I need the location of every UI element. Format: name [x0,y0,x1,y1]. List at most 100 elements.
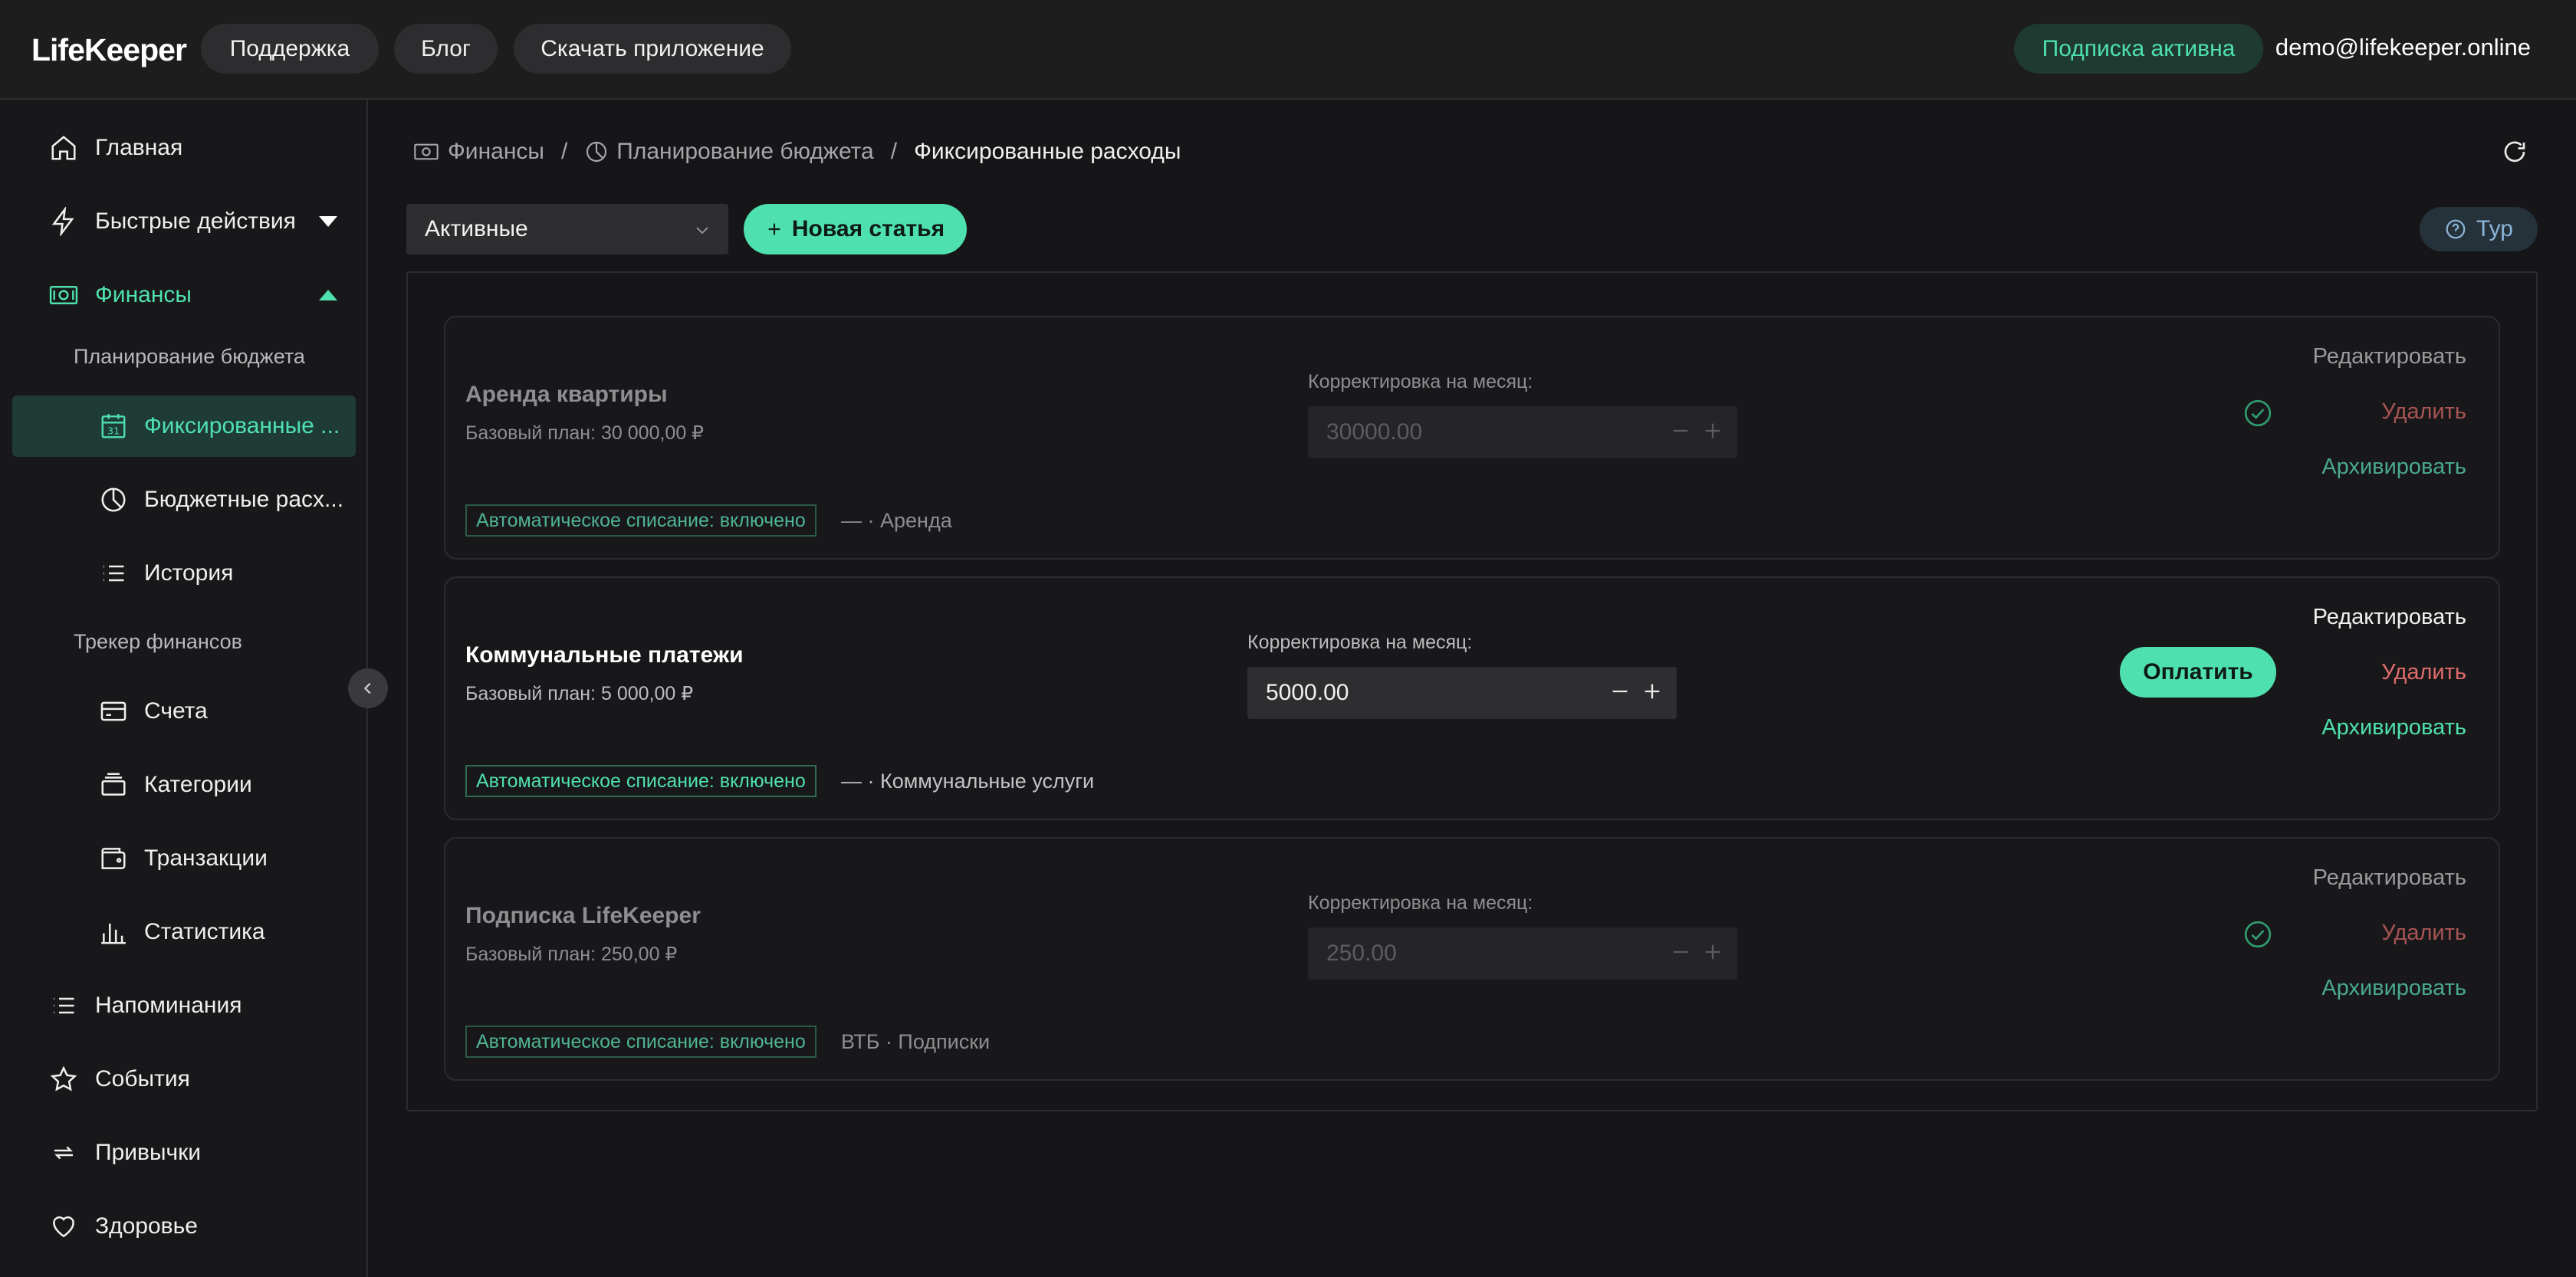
adjustment-value: 30000.00 [1326,419,1423,445]
breadcrumb-budget[interactable]: Планирование бюджета [584,139,874,165]
expense-meta: ВТБ · Подписки [841,1030,991,1053]
plus-icon[interactable] [1641,681,1663,702]
subscription-status-badge[interactable]: Подписка активна [2014,24,2263,74]
heart-icon [48,1211,79,1242]
tour-label: Тур [2476,216,2513,241]
delete-link[interactable]: Удалить [2381,660,2466,685]
breadcrumb-label: Финансы [448,139,544,164]
breadcrumb-label: Планирование бюджета [616,139,874,164]
sidebar-collapse-button[interactable] [348,668,388,708]
star-icon [48,1064,79,1095]
archive-link[interactable]: Архивировать [2321,976,2466,1001]
expense-meta: — · Аренда [841,509,952,532]
edit-link[interactable]: Редактировать [2313,344,2466,369]
sidebar-item-reminders[interactable]: Напоминания [12,975,356,1036]
download-app-button[interactable]: Скачать приложение [514,24,791,74]
minus-icon[interactable] [1609,681,1631,702]
adjustment-label: Корректировка на месяц: [1308,371,1533,392]
sidebar-item-statistics[interactable]: Статистика [12,901,356,963]
money-icon [414,143,439,160]
sidebar-group-tracker: Трекер финансов [74,630,242,653]
plus-icon[interactable] [1702,420,1723,442]
app-logo[interactable]: LifeKeeper [31,32,187,68]
adjustment-input[interactable]: 250.00 [1308,927,1737,980]
edit-link[interactable]: Редактировать [2313,865,2466,891]
status-filter-value: Активные [425,216,528,241]
expense-base-plan: Базовый план: 250,00 ₽ [465,944,678,965]
sidebar-item-label: Транзакции [144,845,268,871]
adjustment-label: Корректировка на месяц: [1308,892,1533,914]
adjustment-value: 5000.00 [1266,680,1349,705]
sidebar-item-label: История [144,560,234,586]
pay-button[interactable]: Оплатить [2120,647,2276,698]
pie-chart-icon [586,141,607,162]
expense-meta: — · Коммунальные услуги [841,770,1095,793]
sidebar-item-label: Напоминания [95,993,242,1018]
sidebar-item-budget-expenses[interactable]: Бюджетные расх... [12,469,356,530]
chevron-down-icon [696,227,708,235]
svg-text:31: 31 [107,425,120,436]
tour-button[interactable]: Тур [2420,207,2538,251]
minus-icon[interactable] [1670,941,1691,963]
home-icon [48,133,79,163]
delete-link[interactable]: Удалить [2381,921,2466,946]
check-circle-icon [2244,921,2272,948]
breadcrumb-separator: / [890,139,898,164]
breadcrumb-separator: / [560,139,568,164]
sidebar-item-health[interactable]: Здоровье [12,1196,356,1257]
breadcrumb-finances[interactable]: Финансы [412,139,544,165]
refresh-icon[interactable] [2501,138,2528,166]
sidebar-item-label: Фиксированные ... [144,413,340,438]
expense-card: Аренда квартиры Базовый план: 30 000,00 … [444,316,2500,560]
layers-icon [98,770,129,800]
sidebar-item-label: Главная [95,135,183,160]
status-filter-select[interactable]: Активные [406,204,728,254]
caret-down-icon [319,216,337,227]
pie-chart-icon [98,484,129,515]
expense-title: Коммунальные платежи [465,642,744,668]
sidebar-item-label: Привычки [95,1140,202,1165]
archive-link[interactable]: Архивировать [2321,715,2466,740]
adjustment-value: 250.00 [1326,941,1397,966]
sidebar-item-label: События [95,1066,190,1092]
expense-card: Коммунальные платежи Базовый план: 5 000… [444,576,2500,820]
archive-link[interactable]: Архивировать [2321,455,2466,480]
sidebar-item-habits[interactable]: Привычки [12,1122,356,1183]
support-button[interactable]: Поддержка [201,24,379,74]
sidebar-item-label: Бюджетные расх... [144,487,344,512]
sidebar-item-transactions[interactable]: Транзакции [12,828,356,889]
adjustment-label: Корректировка на месяц: [1247,632,1473,653]
expense-title: Подписка LifeKeeper [465,903,701,928]
sidebar-item-history[interactable]: История [12,543,356,604]
sidebar-item-accounts[interactable]: Счета [12,681,356,742]
new-item-button[interactable]: Новая статья [744,204,967,254]
sidebar-item-fixed-expenses[interactable]: 31 Фиксированные ... [12,396,356,457]
sidebar-item-home[interactable]: Главная [12,117,356,179]
minus-icon[interactable] [1670,420,1691,442]
list-icon [98,558,129,589]
blog-button[interactable]: Блог [394,24,498,74]
auto-debit-badge: Автоматическое списание: включено [465,765,816,797]
sidebar-item-label: Категории [144,772,252,797]
user-email[interactable]: demo@lifekeeper.online [2275,34,2531,61]
sidebar-item-events[interactable]: События [12,1049,356,1110]
expense-base-plan: Базовый план: 5 000,00 ₽ [465,683,694,704]
sidebar-item-categories[interactable]: Категории [12,754,356,816]
edit-link[interactable]: Редактировать [2313,605,2466,630]
credit-card-icon [98,696,129,727]
calendar-icon: 31 [98,411,129,442]
expense-base-plan: Базовый план: 30 000,00 ₽ [465,422,705,444]
breadcrumb: Финансы / Планирование бюджета / Фиксиро… [412,136,1181,167]
delete-link[interactable]: Удалить [2381,399,2466,425]
list-icon [48,990,79,1021]
chevron-left-icon [363,682,371,694]
sidebar-item-label: Здоровье [95,1213,198,1239]
sidebar-item-quick-actions[interactable]: Быстрые действия [12,191,356,252]
sidebar-item-finances[interactable]: Финансы [12,264,356,326]
bar-chart-icon [98,917,129,947]
adjustment-input[interactable]: 5000.00 [1247,667,1677,719]
plus-icon[interactable] [1702,941,1723,963]
caret-up-icon [319,290,337,300]
adjustment-input[interactable]: 30000.00 [1308,406,1737,458]
new-item-label: Новая статья [791,216,945,241]
